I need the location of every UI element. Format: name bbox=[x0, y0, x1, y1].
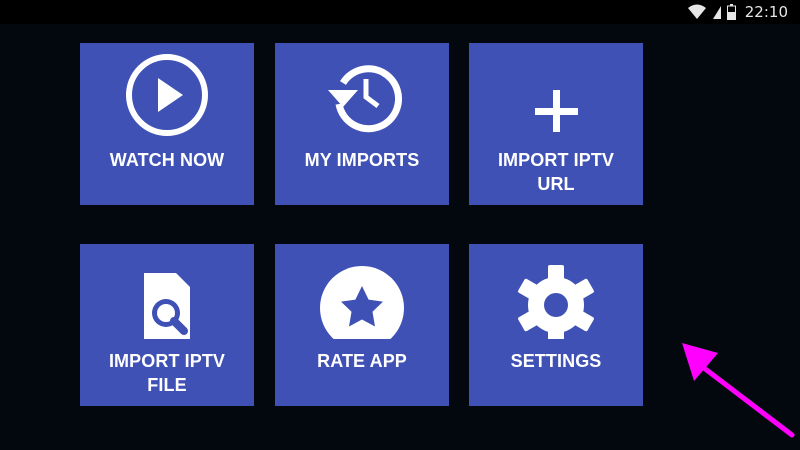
plus-icon bbox=[469, 43, 643, 147]
my-imports-button[interactable]: MY IMPORTS bbox=[275, 43, 449, 205]
star-circle-icon bbox=[275, 244, 449, 348]
status-bar: 22:10 bbox=[0, 0, 800, 24]
signal-icon bbox=[712, 4, 722, 20]
settings-label: SETTINGS bbox=[510, 351, 602, 371]
battery-icon bbox=[726, 4, 736, 20]
status-icons: 22:10 bbox=[687, 0, 788, 24]
file-search-icon bbox=[80, 244, 254, 348]
rate-app-button[interactable]: RATE APP bbox=[275, 244, 449, 406]
import-iptv-url-label: IMPORT IPTV URL bbox=[497, 150, 615, 194]
watch-now-label: WATCH NOW bbox=[109, 150, 225, 170]
annotation-arrow-icon bbox=[670, 335, 800, 450]
settings-button[interactable]: SETTINGS bbox=[469, 244, 643, 406]
import-iptv-file-label: IMPORT IPTV FILE bbox=[108, 351, 226, 395]
rate-app-label: RATE APP bbox=[317, 351, 407, 371]
wifi-icon bbox=[687, 4, 707, 20]
import-iptv-file-button[interactable]: IMPORT IPTV FILE bbox=[80, 244, 254, 406]
status-time: 22:10 bbox=[744, 3, 788, 21]
watch-now-button[interactable]: WATCH NOW bbox=[80, 43, 254, 205]
my-imports-label: MY IMPORTS bbox=[304, 150, 420, 170]
gear-icon bbox=[469, 244, 643, 348]
history-icon bbox=[275, 43, 449, 147]
import-iptv-url-button[interactable]: IMPORT IPTV URL bbox=[469, 43, 643, 205]
play-circle-icon bbox=[80, 43, 254, 147]
